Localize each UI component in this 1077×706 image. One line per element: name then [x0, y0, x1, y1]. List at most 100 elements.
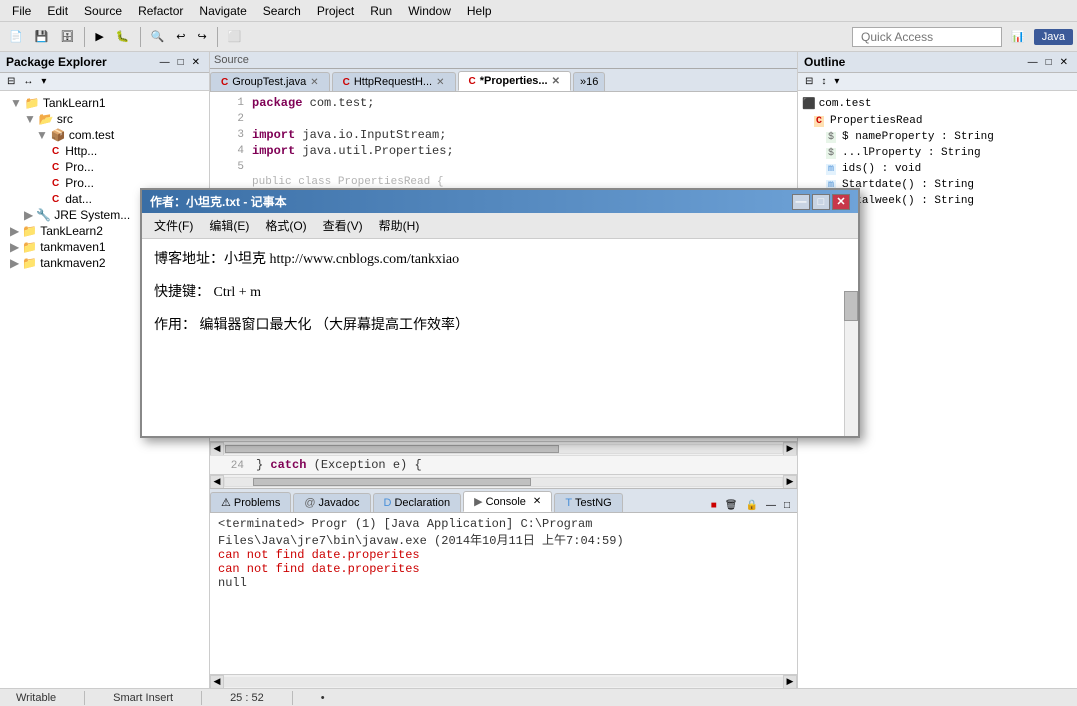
tab-testng[interactable]: T TestNG	[554, 493, 622, 512]
hscroll2-right-btn[interactable]: ▶	[783, 475, 797, 489]
status-smart-insert: Smart Insert	[105, 692, 181, 704]
notepad-menu-file[interactable]: 文件(F)	[146, 215, 201, 236]
code-line-2: 2	[214, 112, 793, 128]
perspective-btn[interactable]: 📊	[1006, 27, 1030, 46]
outline-sort-btn[interactable]: ↕	[818, 75, 829, 88]
fwd-btn[interactable]: ↪	[192, 27, 211, 46]
stop-console-btn[interactable]: ■	[708, 499, 720, 512]
notepad-close-btn[interactable]: ✕	[832, 194, 850, 210]
hscroll2-track[interactable]	[224, 477, 783, 487]
ref-btn[interactable]: ↩	[171, 27, 190, 46]
line-num-2: 2	[214, 112, 244, 128]
hscroll-left-btn[interactable]: ◀	[210, 442, 224, 456]
outline-maximize-btn[interactable]: □	[1043, 56, 1055, 69]
tab-properties[interactable]: C *Properties... ✕	[458, 71, 571, 91]
menu-edit[interactable]: Edit	[39, 2, 76, 20]
notepad-menu-edit[interactable]: 编辑(E)	[201, 215, 257, 236]
tab-grouptest-close[interactable]: ✕	[310, 77, 318, 88]
tree-item-pro1[interactable]: C Pro...	[0, 159, 209, 175]
tab-overflow[interactable]: »16	[573, 72, 605, 91]
menu-search[interactable]: Search	[255, 2, 309, 20]
tree-item-src[interactable]: ▼ 📂 src	[0, 111, 209, 127]
hscroll2-thumb[interactable]	[253, 478, 532, 486]
outline-item-propertiesread[interactable]: C PropertiesRead	[802, 113, 1073, 129]
save-all-button[interactable]: 🗄	[55, 27, 79, 46]
console-output[interactable]: <terminated> Progr (1) [Java Application…	[210, 513, 797, 674]
maximize-panel-btn[interactable]: □	[175, 56, 187, 69]
notepad-menu-help[interactable]: 帮助(H)	[371, 215, 428, 236]
bottom-hscroll[interactable]: ◀ ▶	[210, 674, 797, 688]
tree-item-http[interactable]: C Http...	[0, 143, 209, 159]
scroll-lock-btn[interactable]: 🔒	[743, 499, 761, 512]
outline-item-lproperty[interactable]: $ ...lProperty : String	[802, 145, 1073, 161]
tree-item-tanklearn1[interactable]: ▼ 📁 TankLearn1	[0, 95, 209, 111]
tree-item-comtest[interactable]: ▼ 📦 com.test	[0, 127, 209, 143]
clear-console-btn[interactable]: 🗑	[722, 499, 741, 512]
maximize-bottom-btn[interactable]: □	[781, 499, 793, 512]
minimize-bottom-btn[interactable]: —	[763, 499, 779, 512]
tab-declaration[interactable]: D Declaration	[373, 493, 462, 512]
notepad-vscroll[interactable]	[844, 291, 858, 436]
menu-run[interactable]: Run	[362, 2, 400, 20]
outline-item-ids[interactable]: m ids() : void	[802, 161, 1073, 177]
outline-close-btn[interactable]: ✕	[1057, 56, 1071, 69]
notepad-minimize-btn[interactable]: —	[792, 194, 810, 210]
quick-access-input[interactable]	[852, 27, 1002, 47]
save-button[interactable]: 💾	[30, 27, 54, 46]
notepad-text-area[interactable]: 博客地址：小坦克 http://www.cnblogs.com/tankxiao…	[142, 239, 858, 436]
notepad-menu-view[interactable]: 查看(V)	[315, 215, 371, 236]
outline-minimize-btn[interactable]: —	[1025, 56, 1041, 69]
outline-startdate-label: Startdate() : String	[842, 179, 974, 191]
toolbar-sep3	[217, 27, 218, 47]
tab-properties-close[interactable]: ✕	[552, 76, 560, 87]
notepad-maximize-btn[interactable]: □	[812, 194, 830, 210]
tab-httprequest[interactable]: C HttpRequestH... ✕	[332, 72, 456, 91]
menu-refactor[interactable]: Refactor	[130, 2, 191, 20]
outline-item-comtest[interactable]: ⬛ com.test	[802, 95, 1073, 113]
menu-source[interactable]: Source	[76, 2, 130, 20]
notepad-window[interactable]: 作者：小坦克.txt - 记事本 — □ ✕ 文件(F) 编辑(E) 格式(O)…	[140, 188, 860, 438]
bottom-hscroll-left[interactable]: ◀	[210, 675, 224, 689]
maximize-btn[interactable]: ⬜	[223, 27, 247, 46]
outline-collapse-btn[interactable]: ⊟	[802, 75, 816, 88]
tab-grouptest[interactable]: C GroupTest.java ✕	[210, 72, 330, 91]
panel-controls: — □ ✕	[157, 56, 203, 69]
bottom-hscroll-right[interactable]: ▶	[783, 675, 797, 689]
tab-httprequest-close[interactable]: ✕	[436, 77, 444, 88]
hscroll-thumb[interactable]	[225, 445, 559, 453]
debug-button[interactable]: 🐛	[111, 27, 135, 46]
code-line-4: 4 import java.util.Properties;	[214, 144, 793, 160]
editor-hscroll[interactable]: ◀ ▶	[210, 441, 797, 455]
menu-help[interactable]: Help	[459, 2, 500, 20]
source-tab-label[interactable]: Source	[214, 54, 249, 66]
hscroll2-left-btn[interactable]: ◀	[210, 475, 224, 489]
run-button[interactable]: ▶	[90, 27, 108, 46]
menu-file[interactable]: File	[4, 2, 39, 20]
bottom-hscroll-track[interactable]	[224, 677, 783, 687]
outline-menu-btn[interactable]: ▾	[831, 75, 842, 88]
notepad-vscroll-thumb[interactable]	[844, 291, 858, 321]
view-menu-btn[interactable]: ▾	[38, 75, 49, 88]
close-panel-btn[interactable]: ✕	[189, 56, 203, 69]
tab-problems[interactable]: ⚠ Problems	[210, 492, 291, 512]
menu-navigate[interactable]: Navigate	[191, 2, 254, 20]
hscroll-right-btn[interactable]: ▶	[783, 442, 797, 456]
tab-javadoc[interactable]: @ Javadoc	[293, 493, 370, 512]
tab-console[interactable]: ▶ Console ✕	[463, 491, 552, 512]
new-button[interactable]: 📄	[4, 27, 28, 46]
notepad-menu-format[interactable]: 格式(O)	[257, 215, 314, 236]
hscroll-track[interactable]	[224, 444, 783, 454]
menu-window[interactable]: Window	[400, 2, 459, 20]
editor-hscroll2[interactable]: ◀ ▶	[210, 474, 797, 488]
collapse-all-btn[interactable]: ⊟	[4, 75, 18, 88]
outline-item-nameproperty[interactable]: $ $ nameProperty : String	[802, 129, 1073, 145]
menu-project[interactable]: Project	[309, 2, 362, 20]
expand-icon-tanklearn1: ▼	[10, 96, 22, 110]
console-close-icon[interactable]: ✕	[533, 496, 541, 507]
link-editor-btn[interactable]: ↔	[20, 75, 36, 88]
bottom-panel: ⚠ Problems @ Javadoc D Declaration ▶ Con…	[210, 488, 797, 688]
search-btn[interactable]: 🔍	[146, 27, 170, 46]
console-null-line: null	[218, 576, 789, 590]
line-content-3: import java.io.InputStream;	[252, 128, 446, 144]
minimize-panel-btn[interactable]: —	[157, 56, 173, 69]
